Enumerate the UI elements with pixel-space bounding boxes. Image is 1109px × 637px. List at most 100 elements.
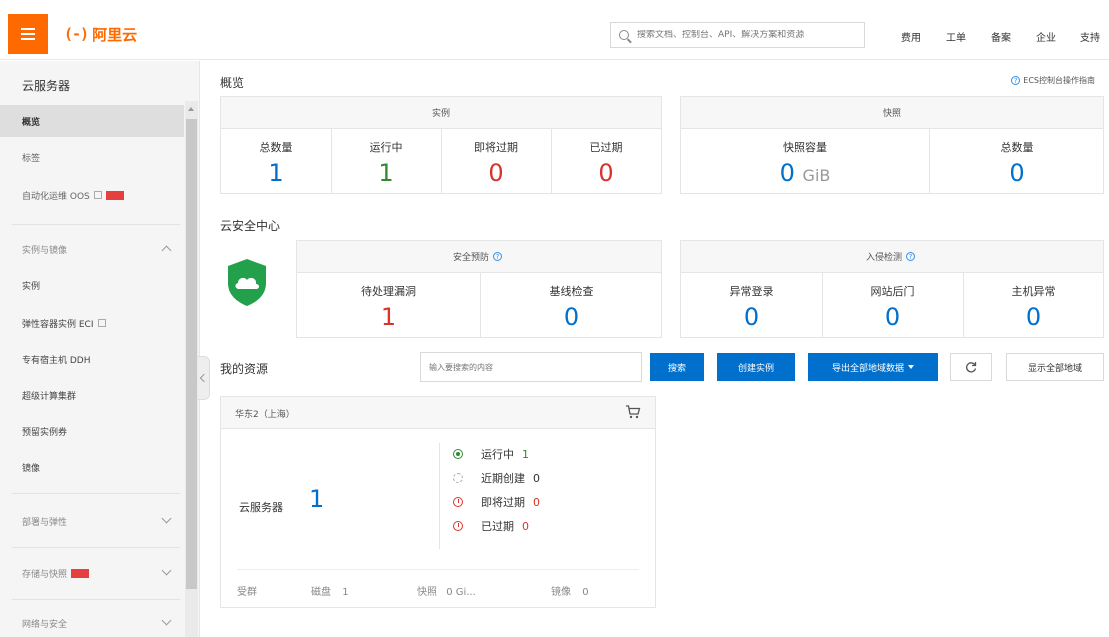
status-label: 运行中: [481, 448, 514, 461]
stat-label: 总数量: [259, 141, 293, 154]
alarm-icon: [453, 521, 463, 531]
panel-title: 实例: [221, 97, 661, 129]
sidebar-group-label: 部署与弹性: [22, 517, 68, 528]
refresh-button[interactable]: [950, 353, 992, 381]
external-link-icon: [93, 191, 102, 199]
stat-expiring[interactable]: 即将过期 0: [441, 129, 551, 193]
sidebar-collapse-toggle[interactable]: [198, 356, 210, 400]
sidebar-scrollbar[interactable]: [185, 101, 198, 637]
external-link-icon: [97, 319, 106, 327]
stat-abnormal-login[interactable]: 异常登录 0: [681, 273, 822, 337]
help-icon[interactable]: ?: [906, 252, 915, 261]
sidebar-item-tags[interactable]: 标签: [0, 141, 184, 173]
ecs-guide-link[interactable]: ? ECS控制台操作指南: [1011, 75, 1095, 86]
stat-baseline[interactable]: 基线检查 0: [480, 273, 663, 337]
stat-value: 0: [488, 159, 504, 187]
stat-host-anomaly[interactable]: 主机异常 0: [963, 273, 1104, 337]
search-button[interactable]: 搜索: [650, 353, 704, 381]
nav-link-support[interactable]: 支持: [1080, 29, 1100, 44]
stat-label: 已过期: [589, 141, 623, 154]
menu-button[interactable]: [8, 14, 48, 54]
status-value: 0: [533, 495, 540, 509]
stat-value: 0: [1025, 303, 1042, 331]
status-expiring[interactable]: 即将过期 0: [453, 493, 540, 511]
help-icon[interactable]: ?: [493, 252, 502, 261]
region-name: 华东2（上海）: [235, 410, 295, 420]
help-icon: ?: [1011, 76, 1021, 85]
global-search-input[interactable]: [637, 30, 857, 40]
prevention-panel: 安全预防 ? 待处理漏洞 1 基线检查 0: [296, 240, 662, 338]
stat-value: 0: [884, 303, 901, 331]
show-all-regions-button[interactable]: 显示全部地域: [1006, 353, 1104, 381]
sidebar-item-label: 实例: [22, 281, 41, 292]
stat-label: 运行中: [369, 141, 403, 154]
global-search[interactable]: [610, 22, 865, 48]
scroll-up-icon[interactable]: [188, 107, 194, 111]
footer-value: 0: [582, 587, 589, 598]
status-expired[interactable]: 已过期 0: [453, 517, 529, 535]
cart-icon[interactable]: [625, 405, 641, 419]
stat-snapshot-capacity[interactable]: 快照容量 0 GiB: [681, 129, 929, 193]
sidebar-divider: [12, 224, 180, 225]
sidebar-item-scc[interactable]: 超级计算集群: [0, 379, 184, 411]
aliyun-logo[interactable]: (-) 阿里云: [64, 24, 137, 44]
sidebar-group-instances[interactable]: 实例与镜像: [0, 233, 184, 265]
stat-vulnerabilities[interactable]: 待处理漏洞 1: [297, 273, 480, 337]
status-label: 近期创建: [481, 472, 525, 485]
resource-search-input[interactable]: [420, 352, 642, 382]
footer-security-groups[interactable]: 受群: [237, 583, 257, 598]
stat-label: 网站后门: [870, 285, 915, 298]
stat-label: 异常登录: [729, 285, 774, 298]
status-value: 0: [533, 471, 540, 485]
sidebar-item-label: 标签: [22, 153, 41, 164]
sidebar-item-overview[interactable]: 概览: [0, 105, 184, 137]
nav-link-enterprise[interactable]: 企业: [1036, 29, 1056, 44]
export-regions-button[interactable]: 导出全部地域数据: [808, 353, 938, 381]
sidebar-group-label: 实例与镜像: [22, 245, 68, 256]
stat-running[interactable]: 运行中 1: [331, 129, 441, 193]
alarm-icon: [453, 497, 463, 507]
resources-title: 我的资源: [220, 362, 269, 376]
status-label: 已过期: [481, 520, 514, 533]
sidebar-group-network[interactable]: 网络与安全: [0, 607, 184, 637]
footer-disks[interactable]: 磁盘 1: [311, 583, 349, 598]
stat-webshell[interactable]: 网站后门 0: [822, 273, 963, 337]
sidebar-group-deploy[interactable]: 部署与弹性: [0, 505, 184, 537]
sidebar-item-oos[interactable]: 自动化运维 OOS: [0, 179, 184, 211]
sidebar-group-storage[interactable]: 存储与快照: [0, 557, 184, 589]
status-recent[interactable]: 近期创建 0: [453, 469, 540, 487]
sidebar-item-eci[interactable]: 弹性容器实例 ECI: [0, 307, 184, 339]
footer-value: 1: [342, 587, 349, 598]
region-card: 华东2（上海） 云服务器 1 运行中 1 近期创建 0 即将过期 0 已过期 0…: [220, 396, 656, 608]
footer-label: 磁盘: [311, 587, 331, 598]
sidebar-item-images[interactable]: 镜像: [0, 451, 184, 483]
nav-link-tickets[interactable]: 工单: [946, 29, 966, 44]
nav-link-fees[interactable]: 费用: [901, 29, 921, 44]
sidebar-item-label: 超级计算集群: [22, 391, 77, 402]
sidebar-item-label: 自动化运维 OOS: [22, 191, 90, 202]
chevron-up-icon: [161, 245, 172, 256]
sidebar-item-ddh[interactable]: 专有宿主机 DDH: [0, 343, 184, 375]
nav-link-icp[interactable]: 备案: [991, 29, 1011, 44]
footer-label: 镜像: [551, 587, 571, 598]
footer-snapshots[interactable]: 快照 0 Gi...: [417, 583, 476, 598]
refresh-icon: [966, 362, 977, 373]
sidebar-divider: [12, 493, 180, 494]
status-running[interactable]: 运行中 1: [453, 445, 529, 463]
stat-total-instances[interactable]: 总数量 1: [221, 129, 331, 193]
footer-value: 0 Gi...: [446, 587, 476, 598]
sidebar-item-instances[interactable]: 实例: [0, 269, 184, 301]
footer-images[interactable]: 镜像 0: [551, 583, 589, 598]
create-instance-button[interactable]: 创建实例: [717, 353, 795, 381]
status-value: 1: [522, 447, 529, 461]
sidebar-item-reserved[interactable]: 预留实例券: [0, 415, 184, 447]
footer-label: 快照: [417, 587, 437, 598]
stat-label: 待处理漏洞: [361, 285, 416, 298]
stat-snapshot-total[interactable]: 总数量 0: [929, 129, 1105, 193]
status-label: 即将过期: [481, 496, 525, 509]
scrollbar-thumb[interactable]: [186, 119, 197, 589]
stat-value: 0 GiB: [681, 159, 929, 187]
new-badge: [71, 568, 90, 578]
ecs-count[interactable]: 1: [309, 485, 324, 513]
stat-expired[interactable]: 已过期 0: [551, 129, 661, 193]
